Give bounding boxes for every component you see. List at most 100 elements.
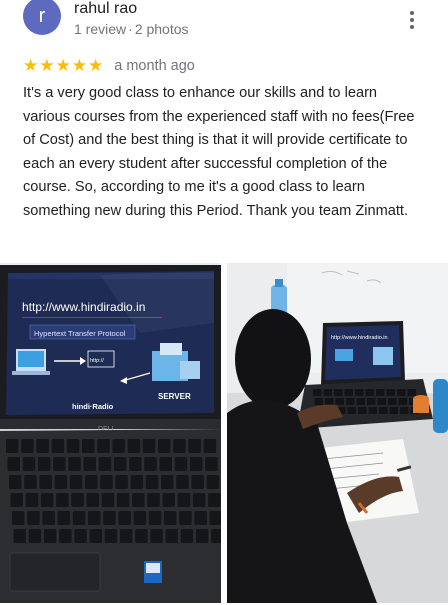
keyboard-key	[71, 493, 84, 507]
keyboard-key	[119, 529, 133, 543]
keyboard-key	[161, 475, 174, 489]
keyboard-key	[132, 493, 145, 507]
keyboard-key	[346, 398, 355, 405]
keyboard-key	[377, 398, 386, 405]
keyboard-key	[174, 457, 188, 471]
star-icon: ★	[55, 56, 71, 75]
keyboard-key	[144, 457, 157, 471]
keyboard-key	[118, 511, 131, 525]
keyboard-key	[127, 439, 141, 453]
review-count: 1 review	[74, 21, 127, 37]
keyboard-key	[195, 529, 209, 543]
keyboard-key	[356, 398, 365, 405]
more-dot	[410, 25, 414, 29]
keyboard-key	[53, 457, 66, 471]
more-options-icon[interactable]	[404, 8, 420, 32]
keyboard-key	[54, 475, 68, 489]
keyboard-key	[313, 389, 322, 396]
keyboard-key	[130, 475, 144, 489]
keyboard-key	[13, 529, 26, 543]
keyboard-key	[162, 493, 175, 507]
keyboard-key	[6, 439, 19, 453]
keyboard-key	[116, 493, 130, 507]
keyboard-key	[51, 439, 65, 453]
keyboard-key	[129, 457, 142, 471]
keyboard-key	[101, 493, 115, 507]
keyboard-key	[135, 529, 148, 543]
keyboard-key	[376, 389, 385, 396]
keyboard-key	[25, 493, 39, 507]
keyboard-key	[173, 439, 186, 453]
screen-subtitle: Hypertext Transfer Protocol	[34, 329, 126, 338]
keyboard-key	[69, 475, 83, 489]
keyboard-key	[66, 439, 80, 453]
keyboard-key	[89, 529, 102, 543]
keyboard-key	[115, 475, 128, 489]
keyboard-key	[59, 529, 72, 543]
keyboard-key	[56, 493, 69, 507]
keyboard-key	[191, 475, 204, 489]
keyboard-key	[344, 389, 353, 396]
keyboard-key	[358, 407, 367, 414]
keyboard-key	[209, 511, 221, 525]
keyboard-key	[74, 529, 87, 543]
keyboard-key	[203, 439, 217, 453]
keyboard-key	[325, 398, 334, 405]
reviewer-meta: 1 review · 2 photos	[74, 20, 189, 38]
student-screen-url: http://www.hindiradio.in	[331, 335, 388, 341]
keyboard-key	[180, 529, 194, 543]
keyboard-key	[28, 529, 42, 543]
keyboard-key	[148, 511, 162, 525]
keyboard-key	[355, 389, 364, 396]
keyboard-key	[103, 511, 116, 525]
more-dot	[410, 18, 414, 22]
screen-request: http://	[90, 358, 104, 364]
keyboard-key	[365, 389, 374, 396]
keyboard-key	[334, 389, 343, 396]
keyboard-key	[83, 457, 96, 471]
keyboard-key	[314, 398, 323, 405]
screen-server-label: SERVER	[158, 392, 191, 401]
student-photo-illustration: http://www.hindiradio.in	[227, 263, 448, 603]
keyboard-key	[147, 493, 160, 507]
keyboard-key	[112, 439, 125, 453]
keyboard-key	[400, 407, 409, 414]
review-photo-student[interactable]: http://www.hindiradio.in	[227, 263, 448, 603]
keyboard-key	[37, 457, 51, 471]
star-icon: ★	[23, 56, 39, 75]
keyboard-key	[57, 511, 71, 525]
review-photo-laptop[interactable]: http://www.hindiradio.in Hypertext Trans…	[0, 263, 221, 603]
keyboard-key	[39, 475, 52, 489]
keyboard-key	[21, 439, 34, 453]
keyboard-key	[211, 529, 221, 543]
laptop-photo-illustration: http://www.hindiradio.in Hypertext Trans…	[0, 263, 221, 603]
keyboard-key	[407, 389, 416, 396]
keyboard-key	[27, 511, 40, 525]
meta-separator: ·	[128, 21, 133, 37]
keyboard-key	[165, 529, 178, 543]
keyboard-key	[335, 398, 344, 405]
keyboard-key	[398, 398, 407, 405]
keyboard-key	[188, 439, 201, 453]
keyboard-key	[100, 475, 113, 489]
keyboard-key	[347, 407, 356, 414]
keyboard-key	[367, 398, 376, 405]
keyboard-key	[397, 389, 406, 396]
keyboard-key	[98, 457, 112, 471]
keyboard-key	[150, 529, 163, 543]
keyboard-key	[389, 407, 398, 414]
keyboard-key	[177, 493, 191, 507]
keyboard-key	[85, 475, 98, 489]
keyboard-key	[158, 439, 171, 453]
keyboard-key	[208, 493, 221, 507]
keyboard-key	[323, 389, 332, 396]
keyboard-key	[368, 407, 377, 414]
keyboard-key	[72, 511, 86, 525]
more-dot	[410, 11, 414, 15]
keyboard-key	[36, 439, 49, 453]
reviewer-name[interactable]: rahul rao	[74, 0, 137, 18]
keyboard-key	[176, 475, 189, 489]
keyboard-key	[12, 511, 25, 525]
keyboard-key	[43, 529, 57, 543]
avatar[interactable]: r	[23, 0, 61, 35]
